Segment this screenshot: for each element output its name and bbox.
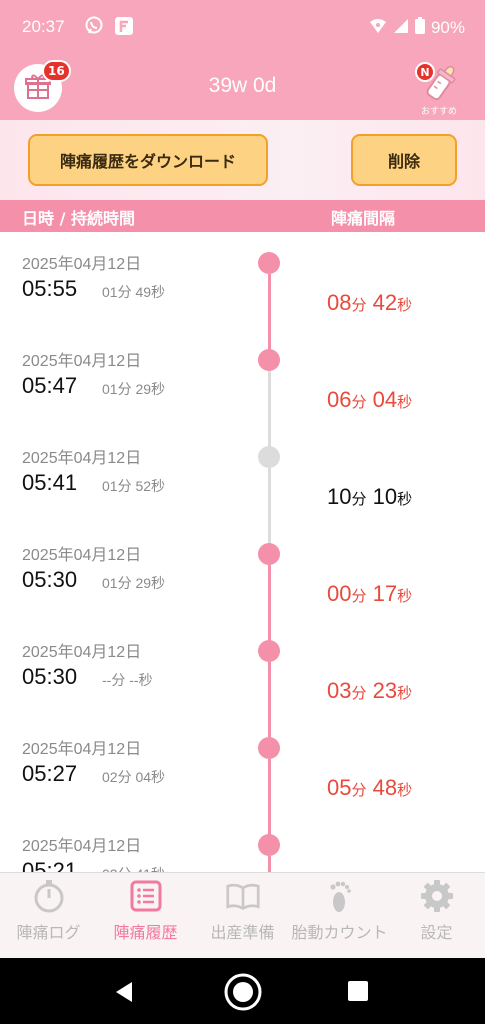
item-interval: 08分 42秒 <box>327 290 413 315</box>
viber-icon <box>84 16 104 36</box>
bottom-navigation: 陣痛ログ 陣痛履歴 出産準備 胎動カウント 設定 <box>0 872 485 958</box>
status-indicators: 90% <box>369 17 465 39</box>
timeline-dot <box>258 252 280 274</box>
item-duration: --分 --秒 <box>102 672 153 688</box>
status-time: 20:37 <box>22 17 65 36</box>
timeline-dot <box>258 543 280 565</box>
tab-label: 胎動カウント <box>291 923 388 942</box>
list-icon <box>129 879 163 913</box>
item-date: 2025年04月12日 <box>22 838 142 855</box>
app-f-icon <box>114 16 134 36</box>
tab-label: 出産準備 <box>210 923 275 942</box>
timeline-line <box>268 856 271 872</box>
signal-icon <box>393 18 409 39</box>
item-time: 05:55 <box>22 276 78 301</box>
list-item[interactable]: 2025年04月12日 05:30 01分 29秒 00分 17秒 <box>0 523 485 642</box>
contraction-history-list[interactable]: 2025年04月12日 05:55 01分 49秒 08分 42秒 2025年0… <box>0 232 485 872</box>
item-duration: 01分 29秒 <box>102 381 166 397</box>
item-time: 05:30 <box>22 664 78 689</box>
timeline-dot <box>258 640 280 662</box>
recommend-label: おすすめ <box>420 107 457 117</box>
item-duration: 01分 29秒 <box>102 575 166 591</box>
recents-icon[interactable] <box>347 980 369 1006</box>
recommend-button[interactable]: N おすすめ <box>415 60 463 118</box>
book-icon <box>225 879 260 913</box>
battery-icon <box>414 17 425 39</box>
item-time: 05:47 <box>22 373 78 398</box>
timeline-dot <box>258 446 280 468</box>
column-header: 日時 / 持続時間 陣痛間隔 <box>0 200 485 232</box>
pregnancy-week-title: 39w 0d <box>208 74 277 97</box>
app-header: 16 39w 0d N おすすめ <box>0 56 485 120</box>
home-icon[interactable] <box>223 972 263 1016</box>
timeline-dot <box>258 834 280 856</box>
item-duration: 02分 41秒 <box>102 864 165 872</box>
tab-label: 陣痛ログ <box>16 923 81 942</box>
list-item[interactable]: 2025年04月12日 05:30 --分 --秒 03分 23秒 <box>0 620 485 739</box>
list-item[interactable]: 2025年04月12日 05:27 02分 04秒 05分 48秒 <box>0 717 485 836</box>
tab-settings[interactable]: 設定 <box>388 873 485 958</box>
item-interval: 06分 04秒 <box>327 387 413 412</box>
tab-label: 設定 <box>420 923 453 942</box>
datetime-duration-header: 日時 / 持続時間 <box>22 209 135 228</box>
item-time: 05:21 <box>22 858 78 872</box>
download-history-button[interactable]: 陣痛履歴をダウンロード <box>28 134 268 186</box>
timeline-dot <box>258 349 280 371</box>
list-item[interactable]: 2025年04月12日 05:55 01分 49秒 08分 42秒 <box>0 232 485 351</box>
tab-contraction-log[interactable]: 陣痛ログ <box>0 873 97 958</box>
item-date: 2025年04月12日 <box>22 353 142 370</box>
list-item[interactable]: 2025年04月12日 05:21 02分 41秒 <box>0 814 485 872</box>
item-interval: 03分 23秒 <box>327 678 413 703</box>
recommend-badge: N <box>415 62 435 82</box>
tab-label: 陣痛履歴 <box>113 923 178 942</box>
item-interval: 00分 17秒 <box>327 581 413 606</box>
interval-header: 陣痛間隔 <box>331 209 396 228</box>
item-interval: 05分 48秒 <box>327 775 413 800</box>
back-icon[interactable] <box>112 980 136 1008</box>
delete-button[interactable]: 削除 <box>351 134 457 186</box>
tab-contraction-history[interactable]: 陣痛履歴 <box>97 873 194 958</box>
item-interval: 10分 10秒 <box>327 484 413 509</box>
item-date: 2025年04月12日 <box>22 256 142 273</box>
item-time: 05:41 <box>22 470 78 495</box>
item-duration: 02分 04秒 <box>102 769 166 785</box>
footprint-icon <box>323 879 357 913</box>
status-bar: 20:37 90% <box>0 0 485 56</box>
item-time: 05:27 <box>22 761 78 786</box>
stopwatch-icon <box>32 879 66 913</box>
item-time: 05:30 <box>22 567 78 592</box>
gear-icon <box>420 879 454 913</box>
tab-birth-preparation[interactable]: 出産準備 <box>194 873 291 958</box>
tab-kick-count[interactable]: 胎動カウント <box>291 873 388 958</box>
wifi-icon <box>369 18 387 39</box>
item-duration: 01分 49秒 <box>102 284 166 300</box>
system-navigation-bar <box>0 958 485 1024</box>
list-item[interactable]: 2025年04月12日 05:47 01分 29秒 06分 04秒 <box>0 329 485 448</box>
battery-level: 90% <box>430 18 465 37</box>
item-date: 2025年04月12日 <box>22 547 142 564</box>
item-date: 2025年04月12日 <box>22 644 142 661</box>
list-item[interactable]: 2025年04月12日 05:41 01分 52秒 10分 10秒 <box>0 426 485 545</box>
timeline-dot <box>258 737 280 759</box>
item-duration: 01分 52秒 <box>102 478 166 494</box>
item-date: 2025年04月12日 <box>22 450 142 467</box>
item-date: 2025年04月12日 <box>22 741 142 758</box>
